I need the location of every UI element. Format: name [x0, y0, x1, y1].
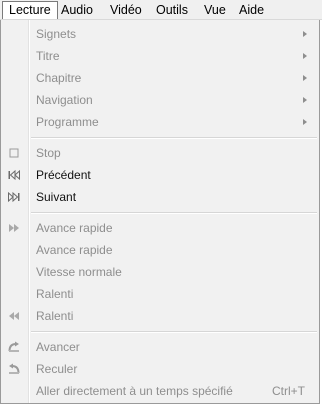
menu-item-label: Signets — [36, 27, 77, 41]
rewind-icon — [9, 312, 19, 320]
menu-item-label: Programme — [36, 115, 99, 129]
menu-item-signets[interactable]: Signets — [1, 23, 319, 45]
menu-item-label: Aller directement à un temps spécifié — [36, 384, 233, 398]
menu-item-reculer[interactable]: Reculer — [1, 358, 319, 380]
menu-separator — [31, 331, 317, 333]
menu-item-label: Reculer — [36, 362, 78, 376]
menu-item-chapitre[interactable]: Chapitre — [1, 67, 319, 89]
menu-item-label: Suivant — [36, 190, 77, 204]
submenu-arrow-icon — [303, 53, 307, 59]
menu-item-stop[interactable]: Stop — [1, 142, 319, 164]
stop-icon — [9, 148, 19, 158]
menu-item-titre[interactable]: Titre — [1, 45, 319, 67]
menu-item-avance-rapide[interactable]: Avance rapide — [1, 217, 319, 239]
menu-item-programme[interactable]: Programme — [1, 111, 319, 133]
menu-item-suivant[interactable]: Suivant — [1, 186, 319, 208]
menu-item-avance-rapide-2[interactable]: Avance rapide — [1, 239, 319, 261]
menu-item-avancer[interactable]: Avancer — [1, 336, 319, 358]
submenu-arrow-icon — [303, 31, 307, 37]
menu-lecture[interactable]: Lecture — [2, 1, 58, 19]
menu-separator — [31, 137, 317, 139]
fast-forward-icon — [9, 224, 19, 232]
menu-bar: Lecture Audio Vidéo Outils Vue Aide — [0, 0, 322, 20]
menu-item-label: Ralenti — [36, 309, 74, 323]
menu-vue[interactable]: Vue — [198, 1, 232, 19]
menu-item-label: Vitesse normale — [36, 265, 122, 279]
menu-item-label: Titre — [36, 49, 60, 63]
menu-item-label: Stop — [36, 146, 61, 160]
menu-aide[interactable]: Aide — [233, 1, 270, 19]
menu-item-label: Précédent — [36, 168, 91, 182]
menu-separator — [31, 212, 317, 214]
menu-item-label: Navigation — [36, 93, 93, 107]
previous-icon — [8, 169, 20, 181]
menu-item-shortcut: Ctrl+T — [272, 384, 305, 398]
menu-item-navigation[interactable]: Navigation — [1, 89, 319, 111]
menu-audio[interactable]: Audio — [55, 1, 99, 19]
menu-item-aller-a-temps[interactable]: Aller directement à un temps spécifié Ct… — [1, 380, 319, 402]
menu-item-vitesse-normale[interactable]: Vitesse normale — [1, 261, 319, 283]
menu-item-label: Ralenti — [36, 287, 74, 301]
menu-item-label: Avance rapide — [36, 243, 113, 257]
submenu-arrow-icon — [303, 75, 307, 81]
next-icon — [8, 191, 20, 203]
submenu-arrow-icon — [303, 97, 307, 103]
menu-item-label: Avance rapide — [36, 221, 113, 235]
menu-outils[interactable]: Outils — [150, 1, 194, 19]
menu-item-label: Chapitre — [36, 71, 82, 85]
menu-item-label: Avancer — [36, 340, 80, 354]
menu-video[interactable]: Vidéo — [104, 1, 148, 19]
submenu-arrow-icon — [303, 119, 307, 125]
menu-item-ralenti-2[interactable]: Ralenti — [1, 305, 319, 327]
jump-forward-icon — [8, 341, 19, 352]
menu-item-precedent[interactable]: Précédent — [1, 164, 319, 186]
jump-backward-icon — [9, 363, 20, 374]
menu-item-ralenti[interactable]: Ralenti — [1, 283, 319, 305]
lecture-dropdown-menu: Signets Titre Chapitre Navigation Progra… — [0, 20, 320, 404]
